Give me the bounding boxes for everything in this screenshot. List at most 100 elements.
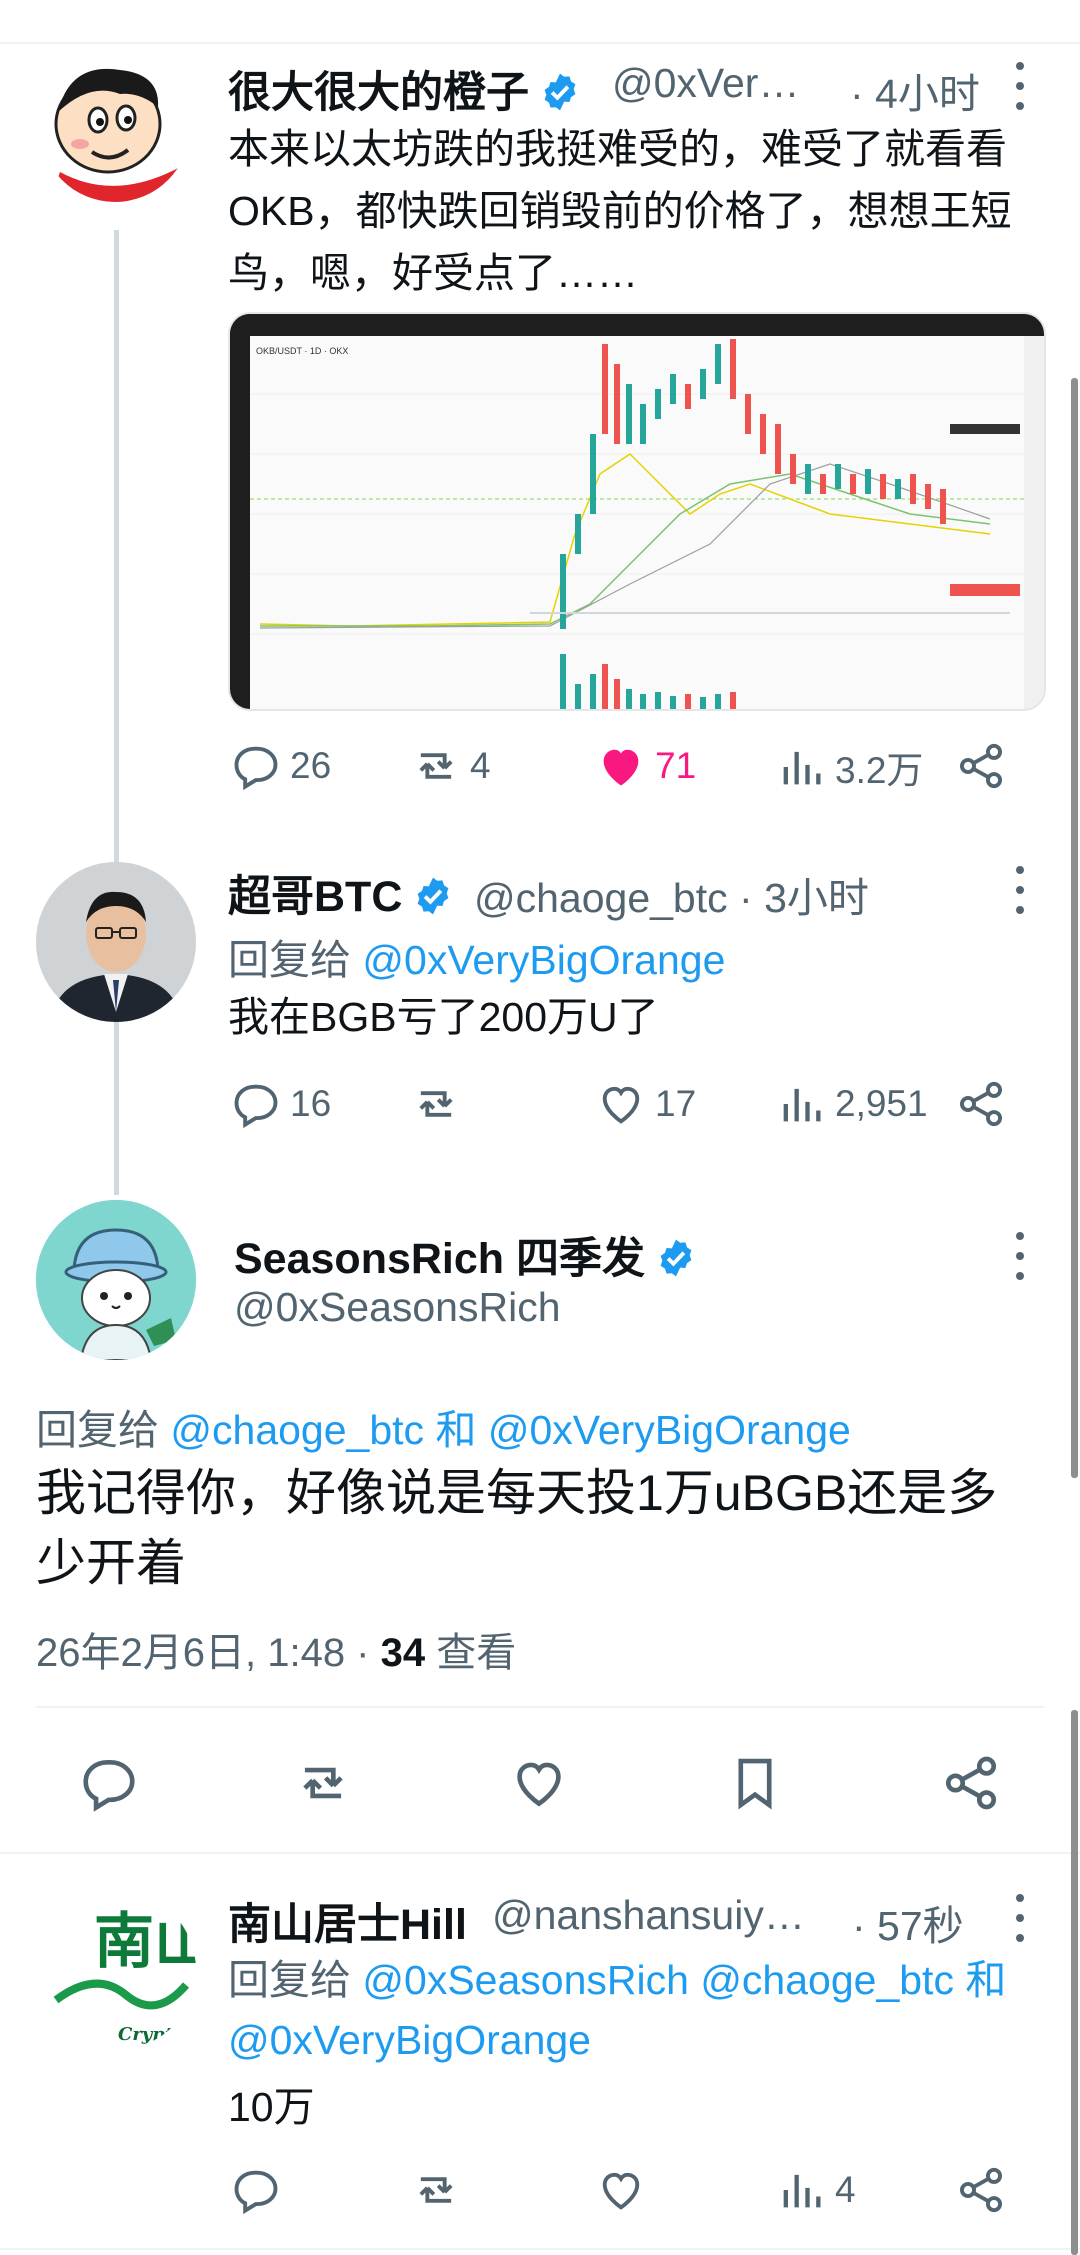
reply-handle-link[interactable]: @0xVeryBigOrange <box>228 2017 591 2063</box>
bookmark-button[interactable] <box>724 1752 786 1814</box>
avatar[interactable] <box>36 1200 196 1360</box>
author-name[interactable]: 很大很大的橙子 <box>228 58 581 120</box>
like-button[interactable] <box>508 1752 570 1814</box>
tweet-text: 我在BGB亏了200万U了 <box>228 994 659 1040</box>
verified-badge-icon <box>660 1239 692 1277</box>
reply-handle-link[interactable]: @0xVeryBigOrange <box>362 937 725 983</box>
like-count: 17 <box>655 1083 697 1124</box>
share-button[interactable] <box>955 1078 1007 1130</box>
tweet-date[interactable]: 26年2月6日, 1:48 · <box>36 1631 381 1675</box>
reply-prefix: 回复给 <box>36 1407 159 1453</box>
reply-icon <box>83 1760 135 1812</box>
views-label: 查看 <box>425 1631 517 1675</box>
author-name-text[interactable]: 很大很大的橙子 <box>228 69 529 117</box>
tweet-meta: 26年2月6日, 1:48 · 34 查看 <box>36 1620 516 1678</box>
reply-handle-link[interactable]: @0xVeryBigOrange <box>488 1407 851 1453</box>
reply-icon <box>234 2170 278 2215</box>
reply-button[interactable] <box>78 1752 140 1814</box>
like-button[interactable]: 71 <box>595 740 696 792</box>
reply-button[interactable]: 16 <box>230 1078 331 1130</box>
timestamp[interactable]: · 4小时 <box>850 60 980 120</box>
verified-badge-icon <box>544 73 576 111</box>
retweet-icon <box>419 753 453 779</box>
views-button[interactable]: 4 <box>775 2164 856 2216</box>
divider <box>0 2248 1080 2250</box>
heart-icon <box>602 1086 640 1124</box>
reply-prefix: 回复给 <box>228 1957 351 2003</box>
author-handle[interactable]: @chaoge_btc · 3小时 <box>474 864 869 924</box>
share-button[interactable] <box>955 740 1007 792</box>
heart-icon <box>517 1762 561 1807</box>
thread-line <box>114 230 119 862</box>
avatar-logo-sub: Crypto <box>118 2024 185 2045</box>
divider <box>0 1852 1080 1854</box>
views-button[interactable]: 2,951 <box>775 1078 928 1130</box>
avatar[interactable]: 南山 Crypto <box>36 1890 196 2050</box>
reply-handle-link[interactable]: @chaoge_btc <box>700 1957 954 2003</box>
candlestick-chart: OKB/USDT · 1D · OKX <box>230 314 1044 709</box>
share-button[interactable] <box>955 2164 1007 2216</box>
retweet-icon <box>419 2177 453 2203</box>
tweet-text: 我记得你，好像说是每天投1万uBGB还是多少开着 <box>36 1465 998 1591</box>
retweet-button[interactable] <box>292 1752 354 1814</box>
reply-icon <box>234 1084 278 1129</box>
share-icon <box>959 743 1003 789</box>
retweet-button[interactable] <box>410 1078 470 1130</box>
like-count: 71 <box>655 745 697 786</box>
share-icon <box>945 1756 997 1810</box>
retweet-button[interactable]: 4 <box>410 740 491 792</box>
views-count: 4 <box>835 2169 856 2210</box>
author-name[interactable]: SeasonsRich 四季发 <box>234 1224 697 1286</box>
author-name[interactable]: 超哥BTC <box>228 862 454 924</box>
chart-image[interactable]: OKB/USDT · 1D · OKX <box>228 312 1046 711</box>
retweet-count: 4 <box>470 745 491 786</box>
more-options-icon[interactable] <box>1005 862 1035 922</box>
retweet-button[interactable] <box>410 2164 470 2216</box>
author-name-text[interactable]: SeasonsRich 四季发 <box>234 1235 645 1283</box>
person-avatar-icon <box>36 862 196 1022</box>
reply-button[interactable] <box>230 2164 290 2216</box>
like-button[interactable] <box>595 2164 655 2216</box>
views-button[interactable]: 3.2万 <box>775 740 923 794</box>
cartoon-avatar-icon <box>40 52 190 202</box>
reply-and: 和 <box>965 1957 1007 2003</box>
author-name-text[interactable]: 超哥BTC <box>228 873 402 921</box>
divider <box>36 1706 1044 1708</box>
reply-context: 回复给 @0xVeryBigOrange <box>228 926 725 986</box>
share-button[interactable] <box>940 1752 1002 1814</box>
reply-context: 回复给 @0xSeasonsRich @chaoge_btc 和 @0xVery… <box>228 1950 1058 2070</box>
views-count: 3.2万 <box>835 750 924 791</box>
nanshan-logo-icon: 南山 Crypto <box>36 1890 196 2050</box>
views-chart-icon <box>783 751 821 785</box>
author-name[interactable]: 南山居士Hill <box>228 1890 467 1952</box>
reply-handle-link[interactable]: @0xSeasonsRich <box>362 1957 689 2003</box>
timestamp[interactable]: · 57秒 <box>852 1892 964 1952</box>
reply-button[interactable]: 26 <box>230 740 331 792</box>
more-options-icon[interactable] <box>1005 58 1035 118</box>
candles <box>560 339 946 629</box>
retweet-icon <box>419 1091 453 1117</box>
reply-icon <box>234 746 278 791</box>
more-options-icon[interactable] <box>1005 1890 1035 1950</box>
chart-title: OKB/USDT · 1D · OKX <box>256 346 348 356</box>
author-handle[interactable]: @0xSeasonsRich <box>234 1284 561 1331</box>
author-handle[interactable]: @0xVer… <box>612 60 799 107</box>
reply-count: 26 <box>290 745 332 786</box>
avatar-logo-text: 南山 <box>94 1907 196 1977</box>
share-icon <box>959 1081 1003 1127</box>
views-count: 2,951 <box>835 1083 928 1124</box>
reply-context: 回复给 @chaoge_btc 和 @0xVeryBigOrange <box>36 1396 851 1456</box>
verified-badge-icon <box>417 877 449 915</box>
author-handle[interactable]: @nanshansuiy… <box>492 1892 805 1939</box>
views-chart-icon <box>783 2174 821 2208</box>
reply-handle-link[interactable]: @chaoge_btc <box>170 1407 424 1453</box>
more-options-icon[interactable] <box>1005 1228 1035 1288</box>
bookmark-icon <box>738 1758 772 1810</box>
scrollbar[interactable] <box>1071 378 1078 1478</box>
views-chart-icon <box>783 1088 821 1122</box>
scrollbar[interactable] <box>1071 1710 1078 2255</box>
avatar[interactable] <box>36 862 196 1022</box>
avatar[interactable] <box>40 52 190 202</box>
like-button[interactable]: 17 <box>595 1078 696 1130</box>
heart-icon <box>602 2172 640 2210</box>
